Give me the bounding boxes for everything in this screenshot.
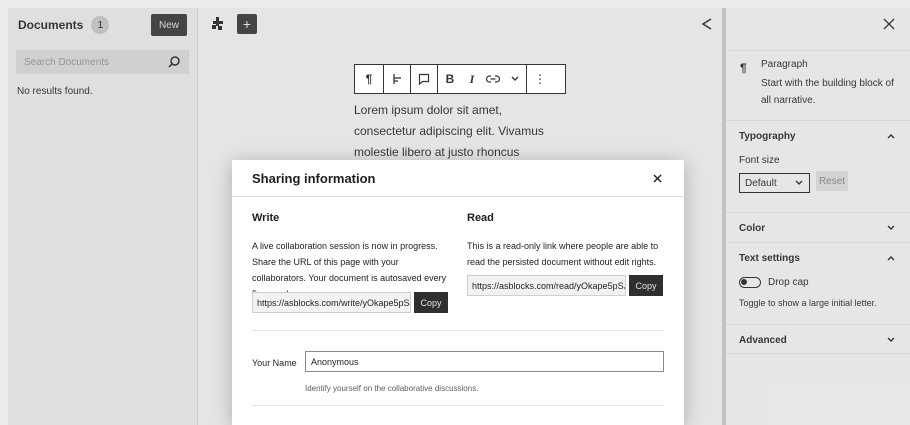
your-name-help: Identify yourself on the collaborative d… xyxy=(305,384,479,393)
modal-title: Sharing information xyxy=(252,171,376,186)
modal-divider xyxy=(252,405,664,406)
read-description: This is a read-only link where people ar… xyxy=(467,241,659,267)
read-url-field[interactable]: https://asblocks.com/read/yOkape5pSJ xyxy=(467,275,626,296)
copy-write-url-button[interactable]: Copy xyxy=(414,292,448,313)
your-name-input[interactable]: Anonymous xyxy=(305,351,664,372)
read-title: Read xyxy=(467,212,494,224)
copy-read-url-button[interactable]: Copy xyxy=(629,275,663,296)
write-url-field[interactable]: https://asblocks.com/write/yOkape5pSJ xyxy=(252,292,411,313)
your-name-label: Your Name xyxy=(252,358,297,368)
close-icon[interactable] xyxy=(653,174,662,183)
read-section: Read This is a read-only link where peop… xyxy=(467,212,667,270)
write-title: Write xyxy=(252,212,280,224)
modal-divider xyxy=(252,330,664,331)
write-url-row: https://asblocks.com/write/yOkape5pSJ Co… xyxy=(252,292,448,313)
read-url-row: https://asblocks.com/read/yOkape5pSJ Cop… xyxy=(467,275,663,296)
modal-header: Sharing information xyxy=(232,160,684,197)
sharing-information-modal: Sharing information Write A live collabo… xyxy=(232,160,684,425)
write-section: Write A live collaboration session is no… xyxy=(252,212,452,302)
